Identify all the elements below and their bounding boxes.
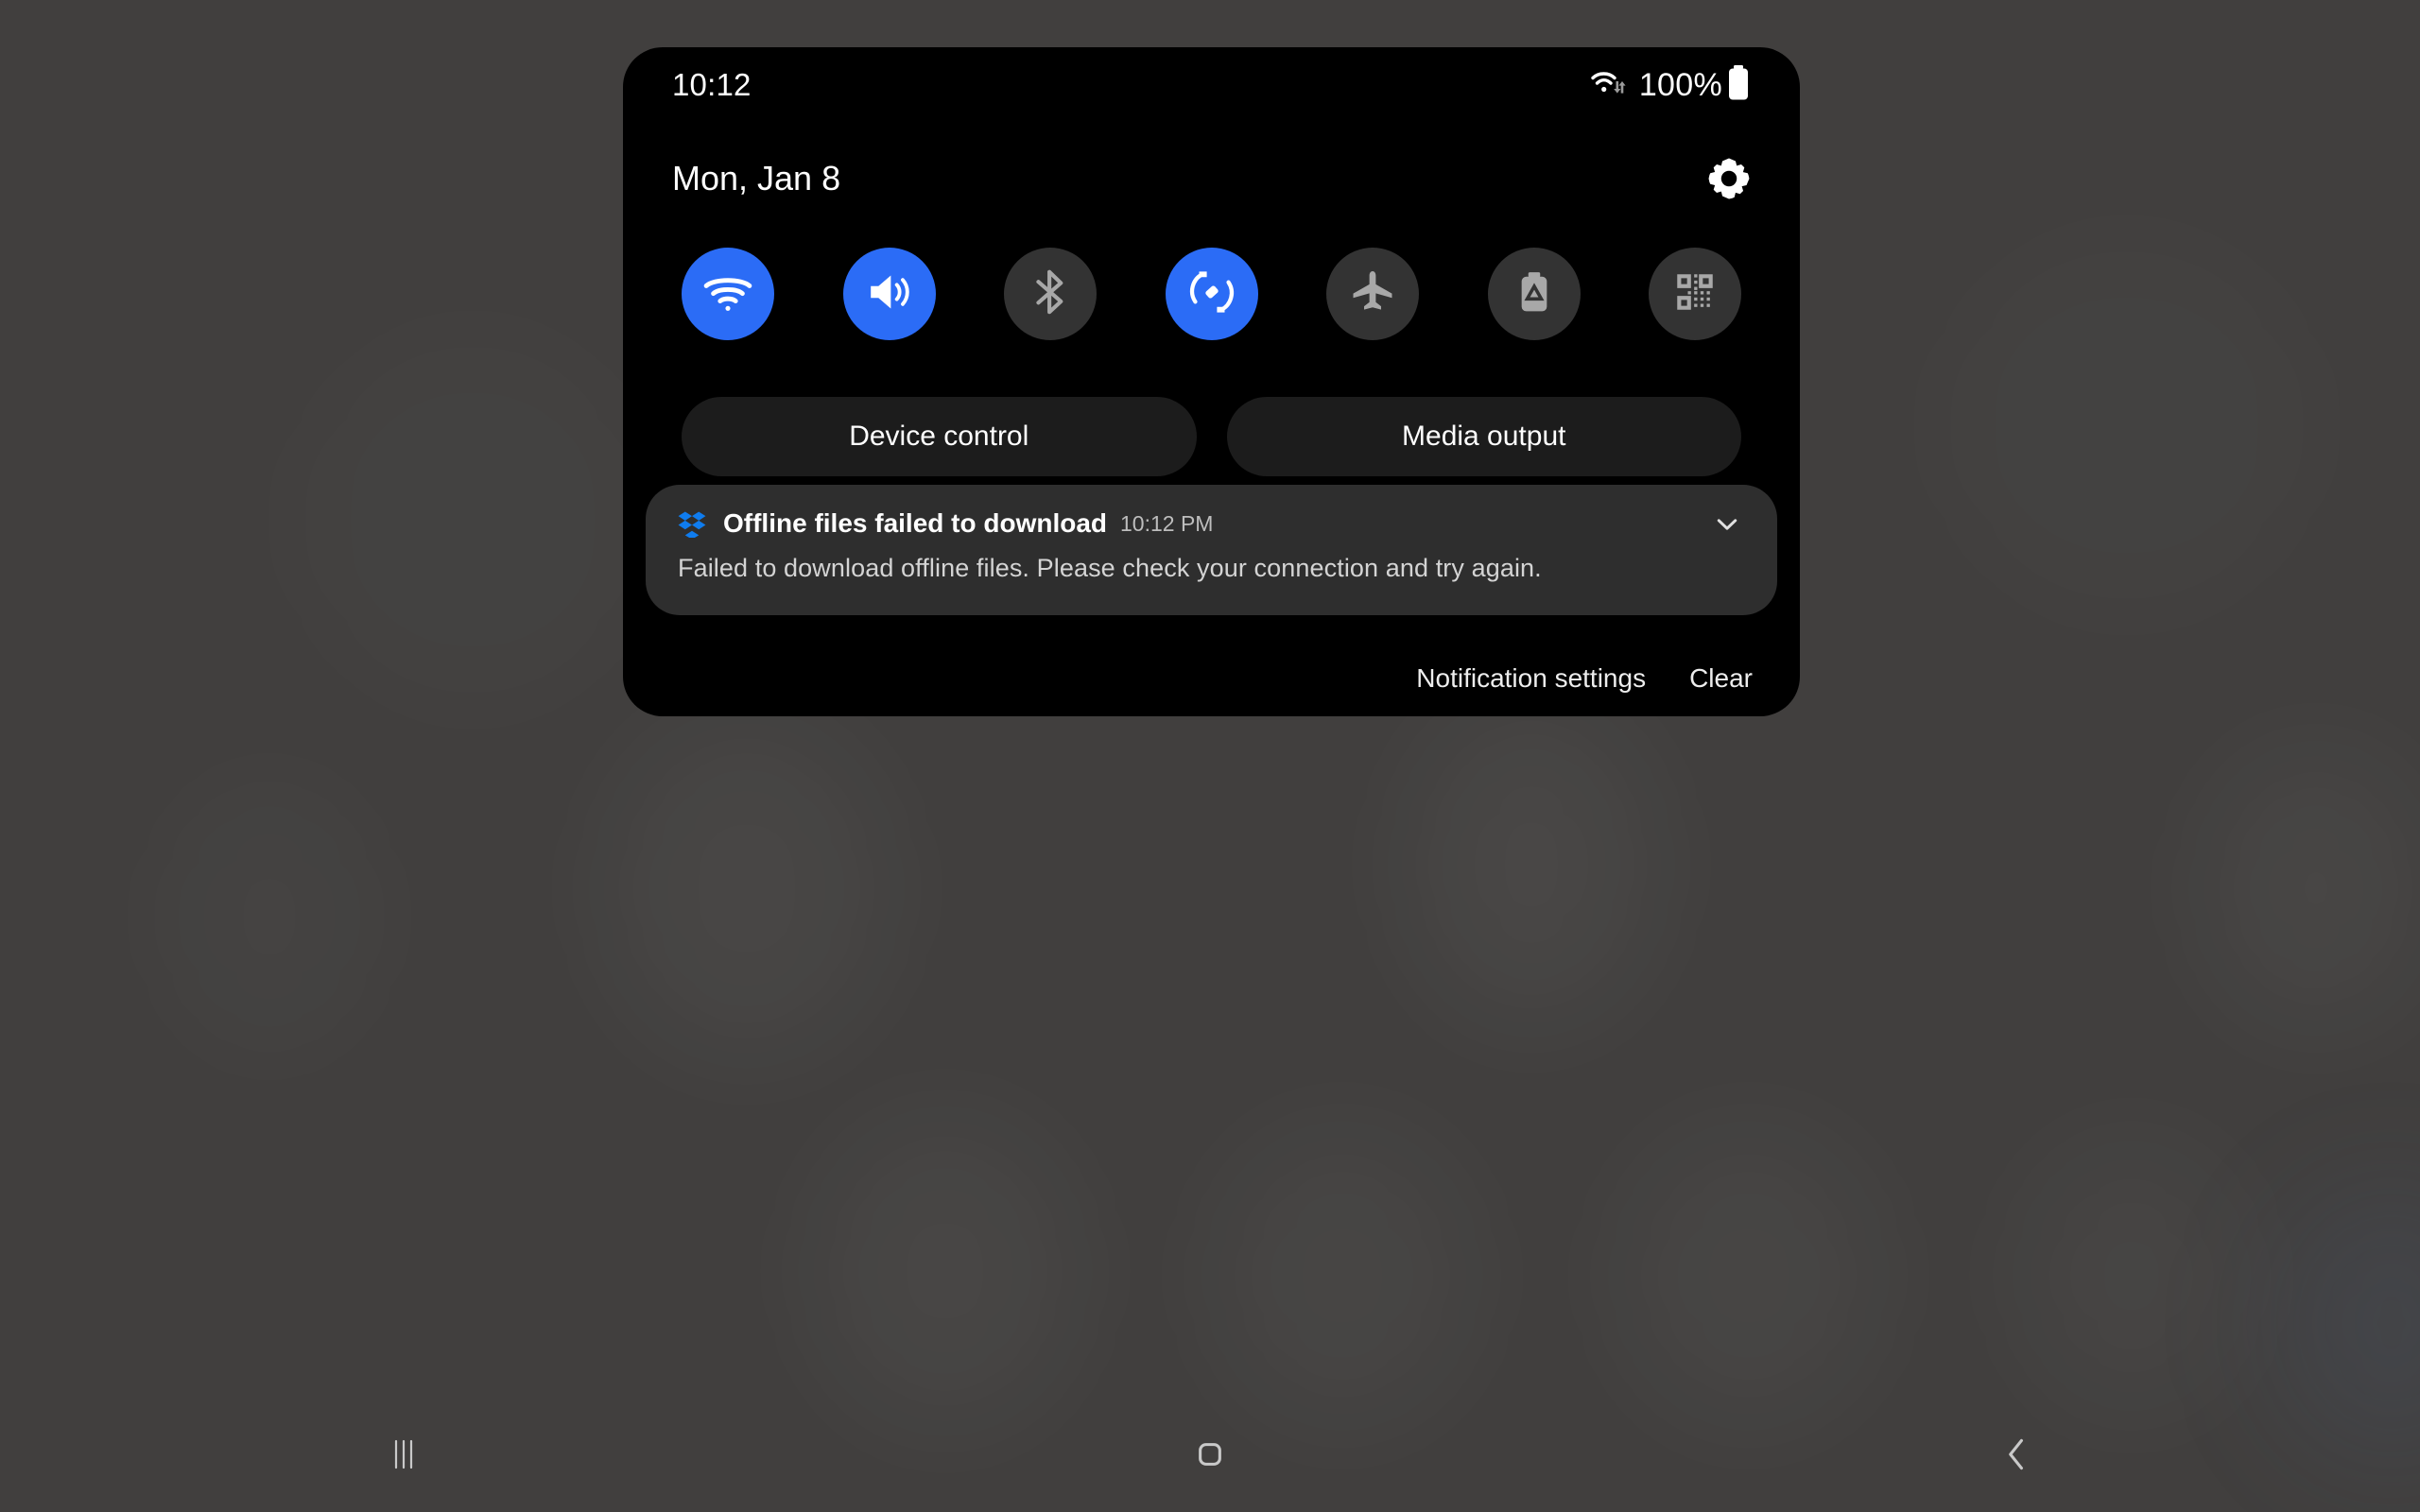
notification-action-row: Notification settings Clear <box>1416 663 1753 694</box>
notification-settings-link[interactable]: Notification settings <box>1416 663 1646 694</box>
battery-saver-icon <box>1511 268 1558 320</box>
wallpaper-blob <box>2203 747 2420 1030</box>
device-control-button[interactable]: Device control <box>682 397 1197 476</box>
home-square-icon <box>1188 1433 1232 1481</box>
chevron-down-icon[interactable] <box>1709 506 1745 541</box>
quick-settings-panel: 10:12 100% Mon, Jan 8 Device control Med… <box>623 47 1800 716</box>
status-indicators: 100% <box>1590 64 1751 107</box>
wifi-icon <box>701 266 754 323</box>
gear-icon[interactable] <box>1707 157 1751 200</box>
status-bar: 10:12 100% <box>623 47 1800 123</box>
wallpaper-blob <box>1210 1125 1475 1427</box>
bluetooth-icon <box>1026 267 1075 321</box>
navigation-bar <box>0 1400 2420 1512</box>
wifi-data-arrows-icon <box>1590 64 1630 107</box>
quick-toggle-sound[interactable] <box>842 248 936 340</box>
panel-button-row: Device control Media output <box>623 397 1800 476</box>
date-label: Mon, Jan 8 <box>672 159 841 198</box>
quick-toggle-wifi[interactable] <box>682 248 774 340</box>
qr-code-icon <box>1671 268 1719 320</box>
quick-toggle-auto-rotate[interactable] <box>1165 248 1258 340</box>
home-button[interactable] <box>806 1400 1613 1512</box>
back-button[interactable] <box>1614 1400 2420 1512</box>
wallpaper-blob <box>1928 227 2325 624</box>
quick-toggle-airplane[interactable] <box>1326 248 1419 340</box>
media-output-button[interactable]: Media output <box>1226 397 1741 476</box>
chevron-left-icon <box>1993 1431 2040 1483</box>
notification-card[interactable]: Offline files failed to download 10:12 P… <box>646 485 1777 615</box>
quick-toggle-row <box>623 248 1800 340</box>
speaker-icon <box>864 266 915 322</box>
notification-header: Offline files failed to download 10:12 P… <box>678 506 1745 541</box>
wallpaper-blob <box>284 321 662 718</box>
wallpaper-blob <box>2014 1134 2250 1418</box>
quick-toggle-bluetooth[interactable] <box>1004 248 1097 340</box>
auto-rotate-icon <box>1186 266 1237 322</box>
notification-title: Offline files failed to download <box>723 508 1108 538</box>
battery-percent-label: 100% <box>1638 66 1722 103</box>
notification-time: 10:12 PM <box>1120 510 1214 536</box>
battery-full-icon <box>1726 64 1751 107</box>
notification-body: Failed to download offline files. Please… <box>678 554 1542 582</box>
clear-notifications-button[interactable]: Clear <box>1689 663 1753 694</box>
status-clock: 10:12 <box>672 67 752 102</box>
wallpaper-blob <box>1409 704 1654 1025</box>
wallpaper-blob <box>813 1115 1078 1427</box>
recents-lines-icon <box>381 1432 426 1482</box>
dropbox-icon <box>678 509 706 540</box>
airplane-icon <box>1347 266 1398 322</box>
quick-toggle-qr-scanner[interactable] <box>1649 248 1741 340</box>
wallpaper-blob <box>1616 1125 1881 1427</box>
recents-button[interactable] <box>0 1400 806 1512</box>
panel-header: Mon, Jan 8 <box>623 138 1800 219</box>
quick-toggle-power-saving[interactable] <box>1487 248 1581 340</box>
wallpaper-blob <box>161 775 378 1058</box>
wallpaper-blob <box>605 718 889 1058</box>
